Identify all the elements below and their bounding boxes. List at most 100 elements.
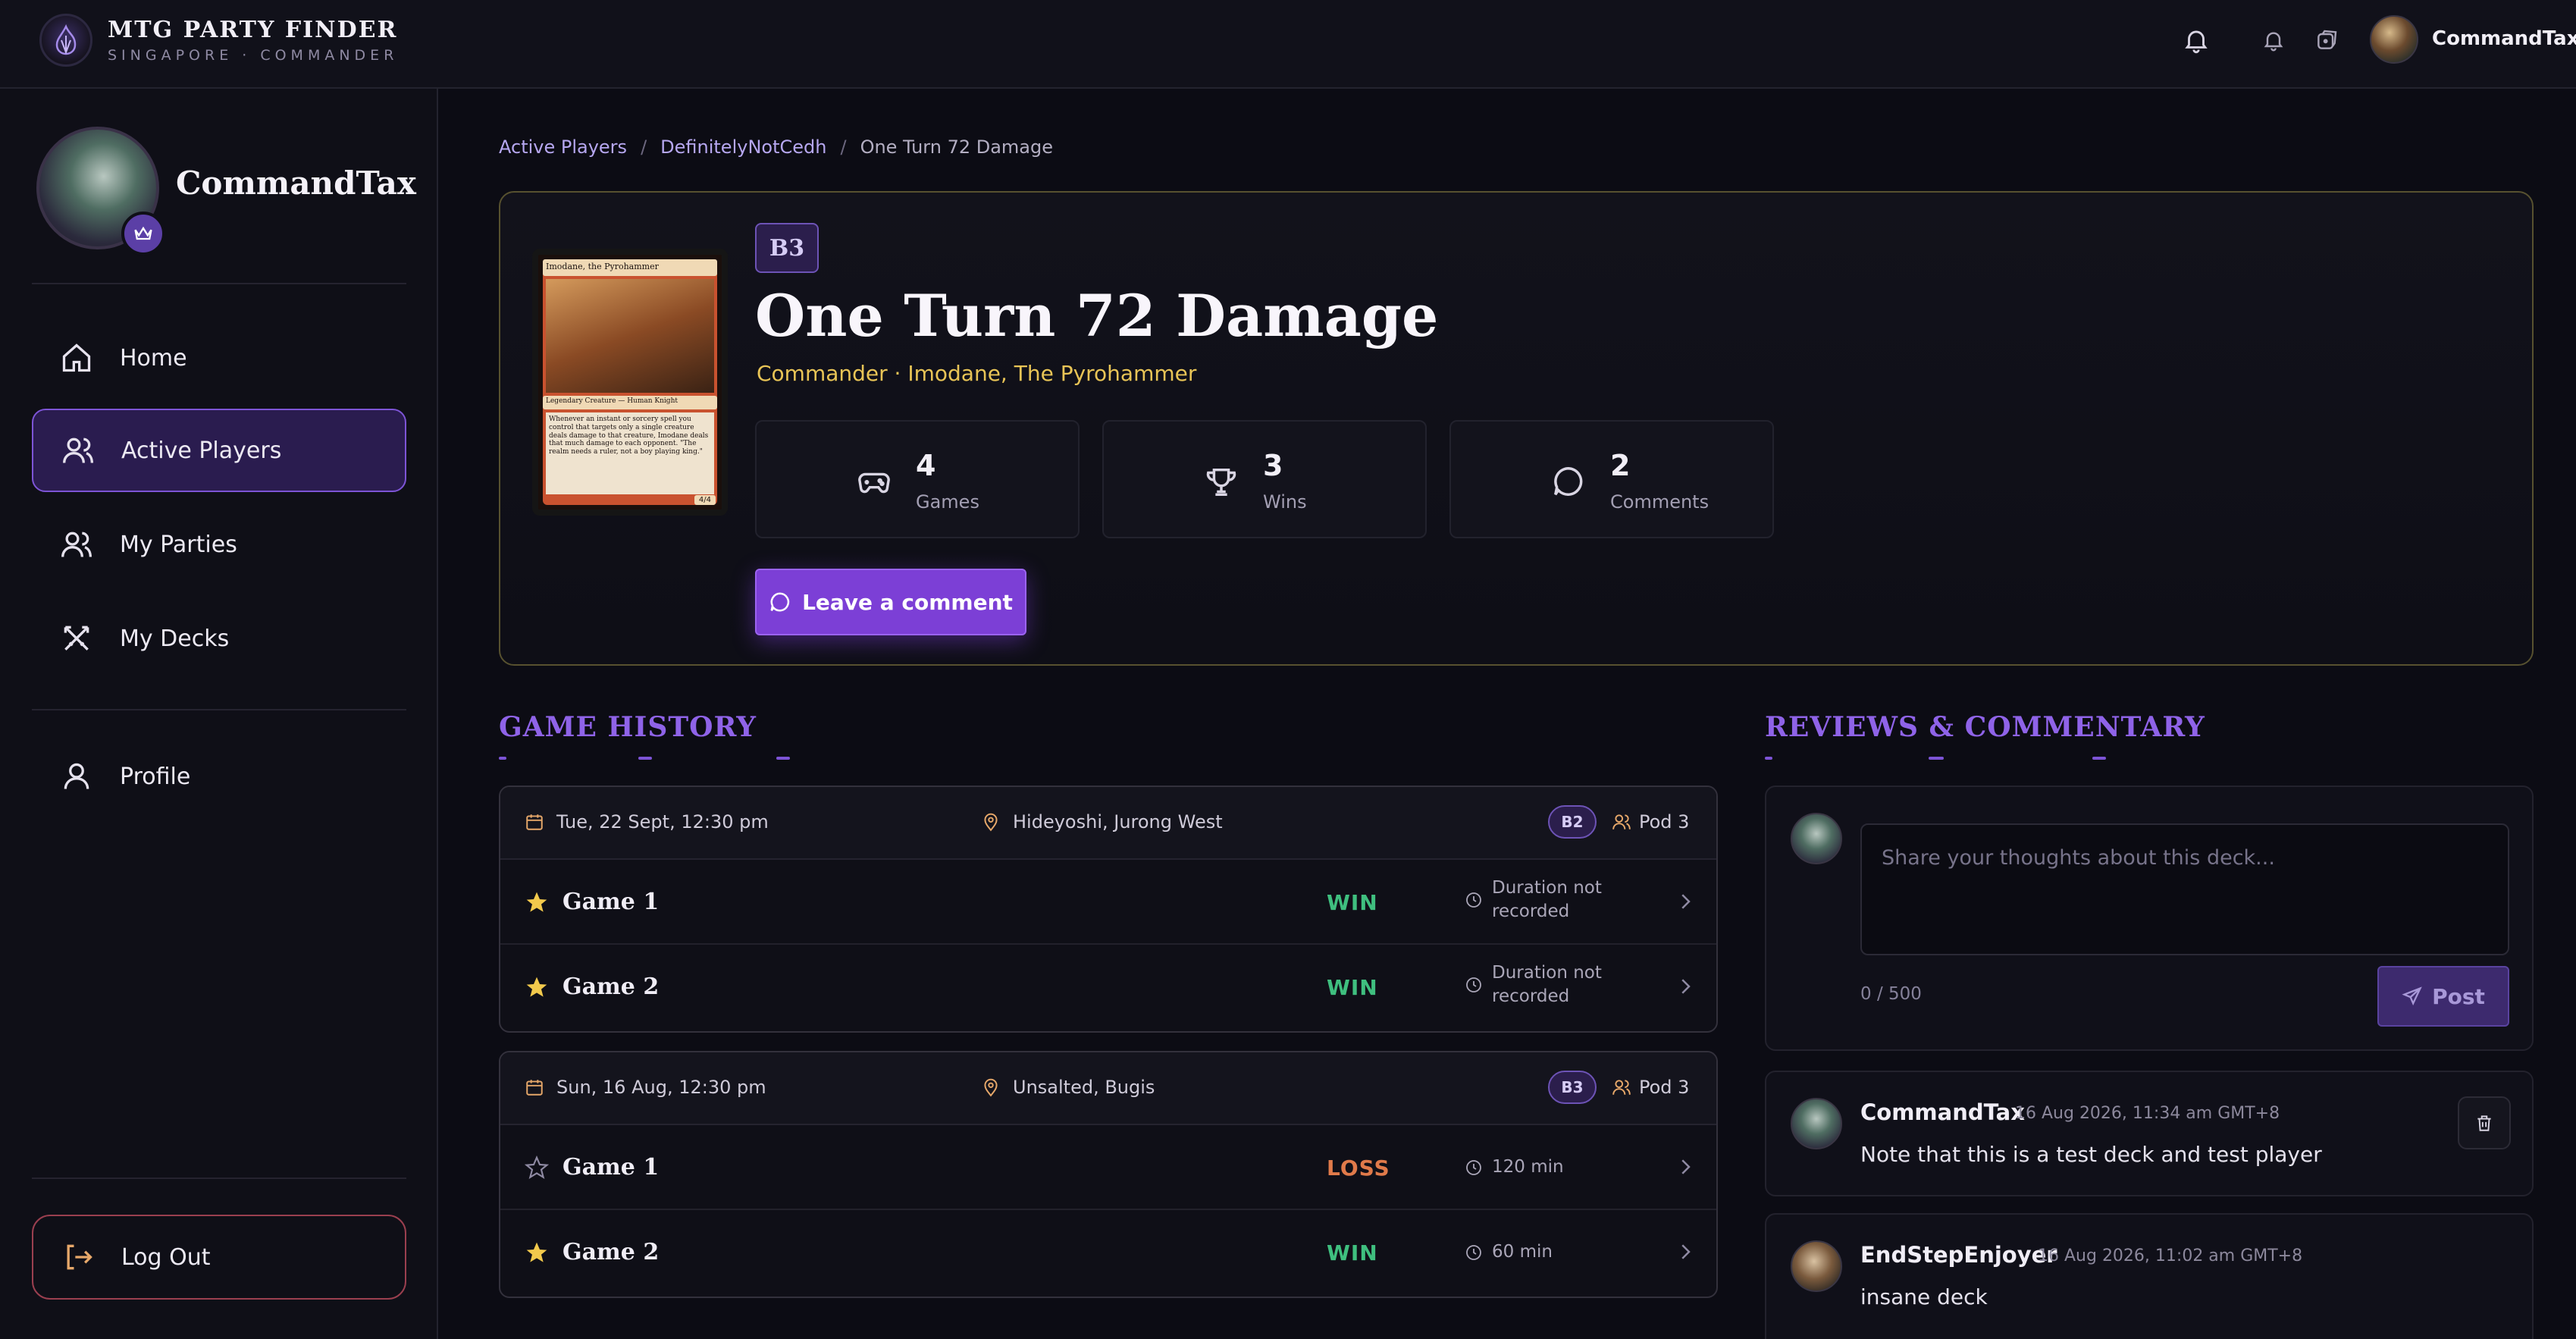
game-result: WIN: [1327, 890, 1378, 915]
user-avatar[interactable]: [2370, 15, 2418, 64]
title-accent: [638, 757, 652, 760]
location-pin-icon: [984, 1078, 998, 1097]
bracket-badge: B3: [755, 223, 819, 273]
game-result: WIN: [1327, 975, 1378, 1000]
comment-body: insane deck: [1860, 1284, 1988, 1309]
nav-my-parties[interactable]: My Parties: [32, 503, 406, 586]
user-icon: [58, 757, 96, 795]
comment-avatar[interactable]: [1791, 1240, 1842, 1292]
send-icon: [2402, 986, 2422, 1006]
duration-text: 120 min: [1492, 1157, 1564, 1177]
session-pod-text: Pod 3: [1639, 1077, 1690, 1098]
leave-comment-label: Leave a comment: [802, 589, 1013, 615]
composer-avatar: [1791, 813, 1842, 864]
duration-line-1: Duration not: [1492, 963, 1602, 983]
chat-icon: [1550, 463, 1587, 500]
session-location-text: Hideyoshi, Jurong West: [1013, 811, 1223, 833]
nav-home[interactable]: Home: [32, 316, 406, 400]
comment-body: Note that this is a test deck and test p…: [1860, 1142, 2322, 1167]
users-icon: [1612, 1080, 1631, 1095]
game-name: Game 2: [563, 974, 660, 1000]
comment-composer: Share your thoughts about this deck... 0…: [1765, 786, 2534, 1051]
chevron-right-icon[interactable]: [1674, 890, 1697, 913]
top-username[interactable]: CommandTax: [2432, 27, 2576, 50]
game-row[interactable]: Game 1 WIN Duration not recorded: [500, 860, 1716, 945]
profile-name: CommandTax: [176, 165, 416, 202]
game-duration: Duration not recorded: [1465, 876, 1602, 924]
session-location: Hideyoshi, Jurong West: [981, 811, 1223, 833]
game-row[interactable]: Game 1 LOSS 120 min: [500, 1125, 1716, 1210]
chevron-right-icon[interactable]: [1674, 1240, 1697, 1263]
comment-author[interactable]: CommandTax: [1860, 1099, 2025, 1125]
breadcrumb-player[interactable]: DefinitelyNotCedh: [660, 136, 826, 158]
gamepad-icon: [855, 463, 893, 500]
trash-icon: [2477, 1115, 2491, 1131]
logout-icon: [59, 1238, 97, 1276]
stat-comments-label: Comments: [1610, 491, 1709, 513]
session-location-text: Unsalted, Bugis: [1013, 1077, 1155, 1098]
card-rules-text: Whenever an instant or sorcery spell you…: [546, 412, 714, 494]
game-name: Game 1: [563, 1154, 660, 1181]
leave-comment-button[interactable]: Leave a comment: [755, 569, 1026, 635]
delete-comment-button[interactable]: [2458, 1096, 2511, 1149]
nav-profile[interactable]: Profile: [32, 735, 406, 818]
commander-card-image[interactable]: Imodane, the Pyrohammer Legendary Creatu…: [532, 249, 728, 516]
title-accent: [2092, 757, 2106, 760]
comment-avatar[interactable]: [1791, 1098, 1842, 1149]
game-row[interactable]: Game 2 WIN Duration not recorded: [500, 945, 1716, 1030]
bell-icon[interactable]: [2179, 23, 2214, 58]
calendar-icon: [526, 814, 543, 830]
comment-textarea[interactable]: Share your thoughts about this deck...: [1860, 823, 2509, 955]
post-button[interactable]: Post: [2377, 966, 2509, 1027]
session-bracket-badge: B3: [1548, 1071, 1597, 1104]
deck-hero-card: Imodane, the Pyrohammer Legendary Creatu…: [499, 191, 2534, 666]
breadcrumb-active-players[interactable]: Active Players: [499, 136, 627, 158]
reviews-title: REVIEWS & COMMENTARY: [1765, 711, 2205, 743]
game-name: Game 2: [563, 1239, 660, 1265]
session-header: Sun, 16 Aug, 12:30 pm Unsalted, Bugis B3…: [500, 1052, 1716, 1125]
breadcrumb-separator: /: [641, 136, 647, 158]
brand-logo[interactable]: [39, 14, 92, 67]
session-date-text: Tue, 22 Sept, 12:30 pm: [556, 811, 769, 833]
logout-label: Log Out: [121, 1243, 211, 1271]
game-row[interactable]: Game 2 WIN 60 min: [500, 1210, 1716, 1295]
crown-icon: [121, 212, 165, 256]
nav-my-decks[interactable]: My Decks: [32, 597, 406, 680]
game-history-title: GAME HISTORY: [499, 711, 757, 743]
star-outline-icon[interactable]: [525, 1156, 549, 1180]
breadcrumb-current: One Turn 72 Damage: [860, 136, 1054, 158]
brand-title: MTG PARTY FINDER: [108, 17, 398, 43]
comment-timestamp: 16 Aug 2026, 11:34 am GMT+8: [2015, 1104, 2280, 1123]
users-icon: [58, 525, 96, 563]
comment-author[interactable]: EndStepEnjoyer: [1860, 1242, 2057, 1268]
nav-my-parties-label: My Parties: [120, 531, 237, 558]
chevron-right-icon[interactable]: [1674, 975, 1697, 998]
stat-games-label: Games: [916, 491, 979, 513]
star-filled-icon[interactable]: [525, 1240, 549, 1265]
logout-button[interactable]: Log Out: [32, 1215, 406, 1300]
deck-title: One Turn 72 Damage: [755, 282, 1439, 350]
clock-icon: [1466, 1159, 1481, 1175]
card-power-toughness: 4/4: [694, 495, 716, 505]
duration-line-2: recorded: [1492, 902, 1570, 922]
bell-small-icon[interactable]: [2256, 23, 2291, 58]
star-filled-icon[interactable]: [525, 890, 549, 914]
post-label: Post: [2432, 983, 2485, 1009]
game-result: WIN: [1327, 1240, 1378, 1265]
duration-line-2: recorded: [1492, 986, 1570, 1007]
star-filled-icon[interactable]: [525, 975, 549, 999]
card-art: [546, 279, 714, 393]
game-duration: Duration not recorded: [1465, 961, 1602, 1008]
home-icon: [58, 339, 96, 377]
clock-icon: [1466, 892, 1481, 908]
nav-active-players-label: Active Players: [121, 437, 282, 464]
comment-timestamp: 16 Aug 2026, 11:02 am GMT+8: [2038, 1246, 2303, 1265]
nav-active-players[interactable]: Active Players: [32, 409, 406, 492]
stat-comments: 2 Comments: [1449, 420, 1774, 538]
session-date-text: Sun, 16 Aug, 12:30 pm: [556, 1077, 766, 1098]
breadcrumb: Active Players / DefinitelyNotCedh / One…: [499, 136, 1053, 158]
dice-icon[interactable]: [2309, 23, 2344, 58]
swords-icon: [58, 619, 96, 657]
comment-card: CommandTax 16 Aug 2026, 11:34 am GMT+8 N…: [1765, 1071, 2534, 1196]
chevron-right-icon[interactable]: [1674, 1156, 1697, 1178]
